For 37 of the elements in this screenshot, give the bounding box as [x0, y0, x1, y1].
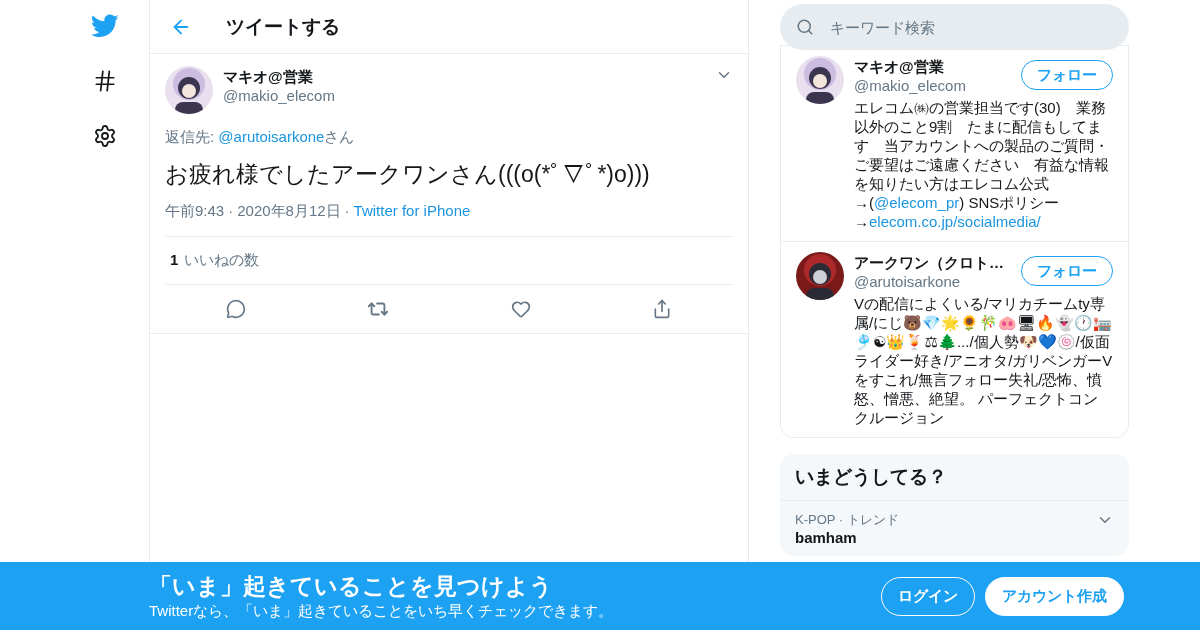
bio-link[interactable]: elecom.co.jp/socialmedia/: [869, 213, 1041, 230]
page-title: ツイートする: [226, 14, 340, 39]
follow-button[interactable]: フォロー: [1021, 256, 1113, 286]
reply-to-text: 返信先: @arutoisarkoneさん: [165, 128, 356, 147]
trend-name[interactable]: bamham: [795, 529, 899, 546]
author-name[interactable]: マキオ@営業: [223, 68, 705, 87]
tweet-text: お疲れ様でしたアークワンさん(((o(*ﾟ▽ﾟ*)o))): [165, 160, 651, 189]
tweet-time[interactable]: 午前9:43: [165, 202, 225, 221]
source-link[interactable]: Twitter for iPhone: [353, 202, 471, 221]
user-bio: Vの配信によくいる/マリカチームty専属/にじ🐻💎🌟🌻🎋🐽🖥🔥👻🕐🏣🎐☯👑🍹⚖🌲.../個人勢🐶💙🍥/仮面ライダー好き/アニオタ/ガリベンガーVをすこれ/無言フォロー失礼/恐怖、憤怒、憎悪、絶望。 パーフェクトコンクルージョン: [854, 294, 1113, 427]
user-bio: エレコム㈱の営業担当です(30) 業務以外のこと9割 たまに配信もしてます 当アカウントへの製品のご質問・ご要望はご遠慮ください 有益な情報を知りたい方はエレコム公式→(@elecom_pr) SNSポリシー→elecom.co.jp/socialmedia/: [854, 98, 1110, 231]
separator: ·: [228, 202, 234, 221]
follow-button[interactable]: フォロー: [1021, 60, 1113, 90]
user-handle[interactable]: @arutoisarkone: [854, 273, 1021, 290]
author-handle[interactable]: @makio_elecom: [223, 87, 705, 104]
banner-title: 「いま」起きていることを見つけよう: [149, 572, 554, 601]
banner-subtitle: Twitterなら、「いま」起きていることをいち早くチェックできます。: [149, 602, 614, 621]
bird-logo-icon[interactable]: [91, 14, 119, 38]
likes-label[interactable]: いいねの数: [184, 251, 260, 270]
search-icon: [796, 18, 814, 36]
search-bar[interactable]: キーワード検索: [780, 4, 1129, 50]
user-name[interactable]: マキオ@営業: [854, 58, 1021, 77]
reply-icon[interactable]: [225, 299, 246, 319]
tweet-date[interactable]: 2020年8月12日: [237, 202, 341, 221]
signup-button[interactable]: アカウント作成: [985, 576, 1124, 616]
separator: ·: [344, 202, 350, 221]
settings-icon[interactable]: [93, 124, 117, 148]
user-handle[interactable]: @makio_elecom: [854, 77, 1021, 94]
trend-context: K-POP · トレンド: [795, 511, 899, 529]
mention-link[interactable]: @arutoisarkone: [218, 128, 325, 145]
search-field[interactable]: キーワード検索: [828, 17, 1113, 37]
like-icon[interactable]: [510, 299, 531, 319]
bio-link[interactable]: @elecom_pr: [874, 194, 960, 211]
user-name[interactable]: アークワン（クロト…: [854, 254, 1021, 273]
share-icon[interactable]: [652, 299, 673, 319]
trends-title: いまどうしてる？: [780, 454, 1129, 501]
likes-count[interactable]: 1: [170, 251, 179, 270]
